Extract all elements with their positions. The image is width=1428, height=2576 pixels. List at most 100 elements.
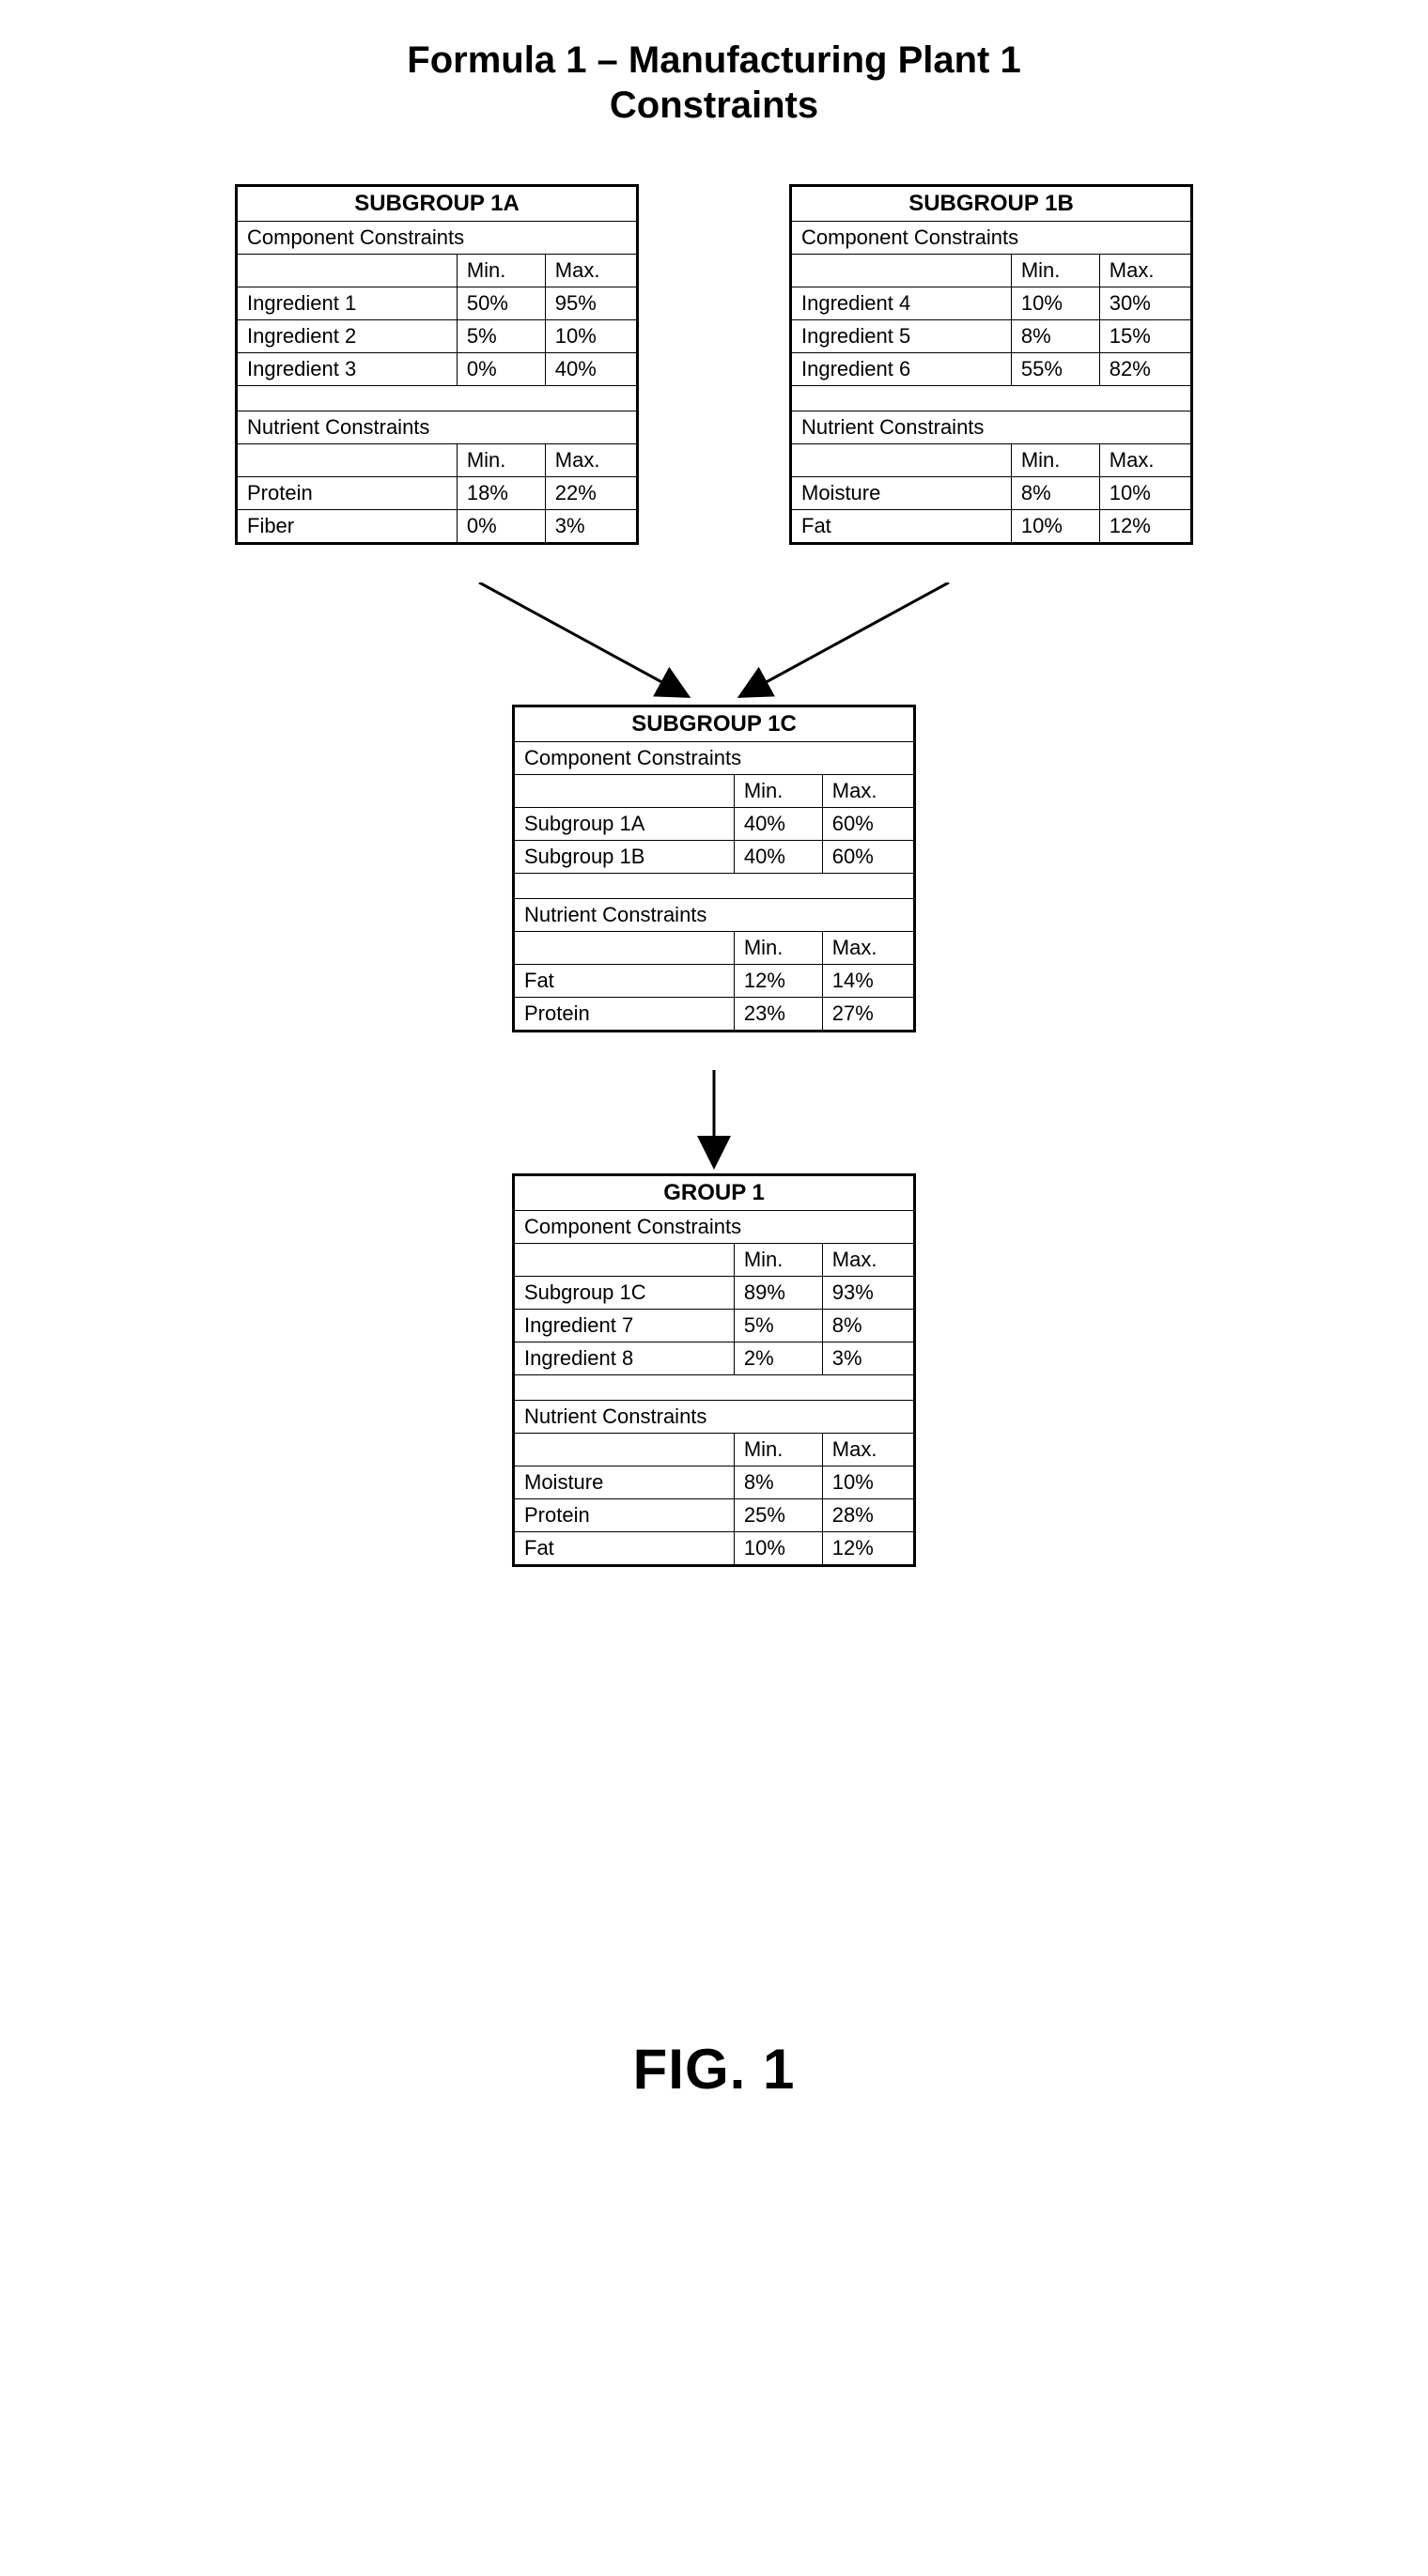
row-name: Ingredient 6	[791, 353, 1012, 386]
max-header: Max.	[1099, 255, 1191, 287]
row-max: 60%	[822, 841, 914, 874]
row-min: 10%	[734, 1532, 822, 1566]
blank-cell	[791, 444, 1012, 477]
row-max: 10%	[822, 1466, 914, 1499]
row-max: 40%	[545, 353, 637, 386]
blank-cell	[514, 932, 735, 965]
row-max: 93%	[822, 1277, 914, 1310]
nutrient-row: Moisture8%10%	[791, 477, 1192, 510]
blank-cell	[791, 255, 1012, 287]
min-header: Min.	[734, 932, 822, 965]
row-max: 12%	[1099, 510, 1191, 544]
blank-cell	[237, 444, 458, 477]
row-name: Moisture	[514, 1466, 735, 1499]
min-header: Min.	[1011, 255, 1099, 287]
table-group-1: GROUP 1Component ConstraintsMin.Max.Subg…	[512, 1173, 916, 1567]
table-subgroup-1a: SUBGROUP 1AComponent ConstraintsMin.Max.…	[235, 184, 639, 545]
mid-table-row: SUBGROUP 1CComponent ConstraintsMin.Max.…	[38, 705, 1390, 1032]
row-name: Ingredient 1	[237, 287, 458, 320]
row-max: 30%	[1099, 287, 1191, 320]
nutrient-constraints-header: Nutrient Constraints	[514, 899, 915, 932]
max-header: Max.	[822, 932, 914, 965]
max-header: Max.	[822, 775, 914, 808]
row-min: 18%	[457, 477, 545, 510]
row-max: 60%	[822, 808, 914, 841]
table-title: SUBGROUP 1C	[514, 706, 915, 742]
nutrient-row: Moisture8%10%	[514, 1466, 915, 1499]
row-min: 8%	[734, 1466, 822, 1499]
min-header: Min.	[734, 1434, 822, 1466]
spacer-row	[237, 386, 638, 411]
max-header: Max.	[1099, 444, 1191, 477]
nutrient-row: Fat12%14%	[514, 965, 915, 998]
row-max: 28%	[822, 1499, 914, 1532]
component-row: Subgroup 1A40%60%	[514, 808, 915, 841]
row-name: Fiber	[237, 510, 458, 544]
min-header: Min.	[1011, 444, 1099, 477]
table-title: GROUP 1	[514, 1175, 915, 1211]
row-max: 82%	[1099, 353, 1191, 386]
component-row: Ingredient 25%10%	[237, 320, 638, 353]
table-subgroup-1b: SUBGROUP 1BComponent ConstraintsMin.Max.…	[789, 184, 1193, 545]
row-max: 10%	[1099, 477, 1191, 510]
min-header: Min.	[734, 1244, 822, 1277]
component-constraints-header: Component Constraints	[514, 1211, 915, 1244]
row-max: 3%	[822, 1342, 914, 1375]
row-max: 15%	[1099, 320, 1191, 353]
component-constraints-header: Component Constraints	[791, 222, 1192, 255]
table-subgroup-1c: SUBGROUP 1CComponent ConstraintsMin.Max.…	[512, 705, 916, 1032]
nutrient-constraints-header: Nutrient Constraints	[791, 411, 1192, 444]
row-min: 50%	[457, 287, 545, 320]
row-name: Ingredient 2	[237, 320, 458, 353]
component-constraints-header: Component Constraints	[237, 222, 638, 255]
row-min: 0%	[457, 353, 545, 386]
table-title: SUBGROUP 1B	[791, 186, 1192, 222]
row-min: 5%	[457, 320, 545, 353]
component-row: Ingredient 82%3%	[514, 1342, 915, 1375]
title-line-1: Formula 1 – Manufacturing Plant 1	[407, 39, 1020, 81]
row-min: 2%	[734, 1342, 822, 1375]
arrows-top-to-mid	[244, 582, 1184, 705]
table-title: SUBGROUP 1A	[237, 186, 638, 222]
spacer-row	[791, 386, 1192, 411]
component-row: Ingredient 75%8%	[514, 1310, 915, 1342]
row-min: 89%	[734, 1277, 822, 1310]
row-name: Fat	[791, 510, 1012, 544]
blank-cell	[514, 775, 735, 808]
component-row: Ingredient 655%82%	[791, 353, 1192, 386]
row-name: Subgroup 1B	[514, 841, 735, 874]
row-max: 95%	[545, 287, 637, 320]
nutrient-row: Protein18%22%	[237, 477, 638, 510]
nutrient-row: Fiber0%3%	[237, 510, 638, 544]
row-max: 3%	[545, 510, 637, 544]
arrow-mid-to-bot	[667, 1070, 761, 1173]
row-min: 23%	[734, 998, 822, 1032]
row-name: Subgroup 1C	[514, 1277, 735, 1310]
max-header: Max.	[822, 1244, 914, 1277]
row-name: Protein	[514, 1499, 735, 1532]
component-row: Subgroup 1C89%93%	[514, 1277, 915, 1310]
component-row: Ingredient 150%95%	[237, 287, 638, 320]
min-header: Min.	[457, 255, 545, 287]
row-min: 10%	[1011, 287, 1099, 320]
spacer-row	[514, 1375, 915, 1401]
row-name: Ingredient 7	[514, 1310, 735, 1342]
title-line-2: Constraints	[610, 85, 818, 126]
row-min: 40%	[734, 841, 822, 874]
row-name: Ingredient 8	[514, 1342, 735, 1375]
min-header: Min.	[734, 775, 822, 808]
nutrient-row: Fat10%12%	[791, 510, 1192, 544]
nutrient-row: Protein23%27%	[514, 998, 915, 1032]
row-min: 25%	[734, 1499, 822, 1532]
row-min: 12%	[734, 965, 822, 998]
max-header: Max.	[822, 1434, 914, 1466]
nutrient-constraints-header: Nutrient Constraints	[237, 411, 638, 444]
row-name: Ingredient 4	[791, 287, 1012, 320]
figure-label: FIG. 1	[38, 2037, 1390, 2102]
row-name: Protein	[514, 998, 735, 1032]
row-max: 12%	[822, 1532, 914, 1566]
nutrient-row: Protein25%28%	[514, 1499, 915, 1532]
blank-cell	[514, 1434, 735, 1466]
component-row: Subgroup 1B40%60%	[514, 841, 915, 874]
row-min: 0%	[457, 510, 545, 544]
